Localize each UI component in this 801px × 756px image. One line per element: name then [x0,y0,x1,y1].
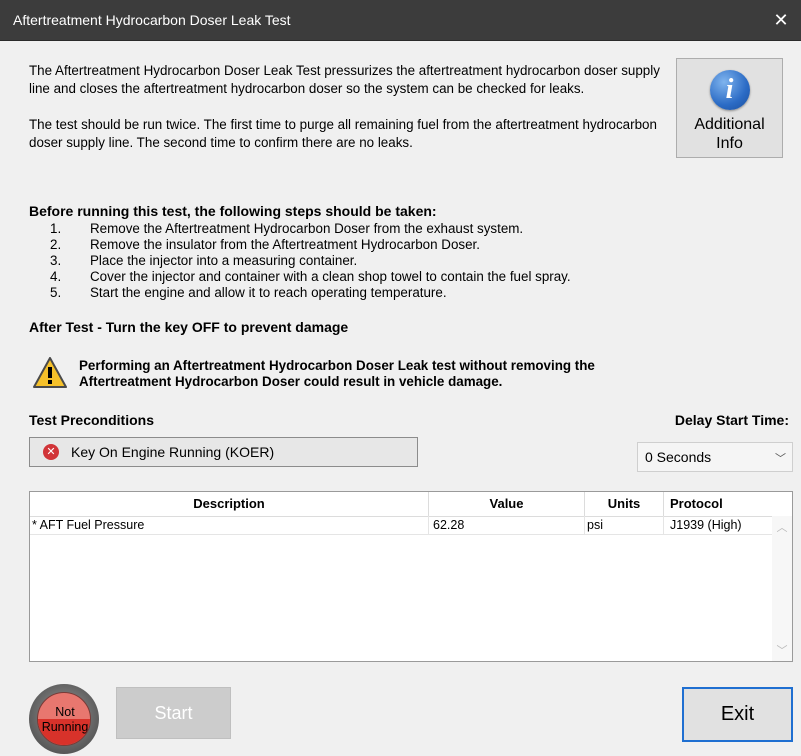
column-header-protocol[interactable]: Protocol [664,492,772,516]
warning-text: Performing an Aftertreatment Hydrocarbon… [79,358,595,390]
list-item: 5. Start the engine and allow it to reach… [50,285,690,301]
step-number: 2. [50,237,62,252]
status-label: Not Running [38,705,90,735]
step-number: 3. [50,253,62,268]
title-bar: Aftertreatment Hydrocarbon Doser Leak Te… [0,0,801,41]
warning-line-1: Performing an Aftertreatment Hydrocarbon… [79,358,595,373]
after-test-note: After Test - Turn the key OFF to prevent… [29,319,349,335]
additional-info-button[interactable]: i Additional Info [676,58,783,158]
close-icon[interactable]: ✕ [761,0,801,40]
steps-title: Before running this test, the following … [29,203,437,219]
step-number: 5. [50,285,62,300]
step-text: Remove the insulator from the Aftertreat… [90,237,480,252]
info-icon: i [709,70,750,110]
status-light: Not Running [37,692,91,746]
chevron-down-icon: ﹀ [775,453,786,465]
intro-paragraph-1: The Aftertreatment Hydrocarbon Doser Lea… [29,63,660,96]
steps-list: 1. Remove the Aftertreatment Hydrocarbon … [50,221,690,301]
table-row[interactable]: * AFT Fuel Pressure 62.28 psi J1939 (Hig… [30,516,772,535]
step-text: Cover the injector and container with a … [90,269,571,284]
column-header-value[interactable]: Value [429,492,585,516]
step-text: Start the engine and allow it to reach o… [90,285,447,300]
warning-message: Performing an Aftertreatment Hydrocarbon… [33,355,773,395]
additional-info-label-line1: Additional [694,116,765,133]
scroll-down-icon[interactable]: ﹀ [772,642,792,658]
status-label-line2: Running [41,720,89,734]
delay-start-time-select[interactable]: 0 Seconds ﹀ [637,442,793,472]
delay-start-time-label: Delay Start Time: [674,412,789,428]
delay-selected-value: 0 Seconds [645,449,712,465]
cell-value: 62.28 [429,516,585,534]
intro-paragraph-2: The test should be run twice. The first … [29,117,657,150]
precondition-text: Key On Engine Running (KOER) [71,444,275,460]
additional-info-label: Additional Info [694,115,764,153]
intro-text: The Aftertreatment Hydrocarbon Doser Lea… [29,62,669,152]
exit-button[interactable]: Exit [682,687,793,742]
cell-description: * AFT Fuel Pressure [30,516,429,534]
cell-units: psi [585,516,664,534]
list-item: 1. Remove the Aftertreatment Hydrocarbon … [50,221,690,237]
column-header-units[interactable]: Units [585,492,664,516]
scroll-up-icon[interactable]: ︿ [772,519,792,535]
step-text: Remove the Aftertreatment Hydrocarbon Do… [90,221,524,236]
additional-info-label-line2: Info [716,135,743,152]
list-item: 4. Cover the injector and container with … [50,269,690,285]
step-text: Place the injector into a measuring cont… [90,253,358,268]
warning-line-2: Aftertreatment Hydrocarbon Doser could r… [79,374,503,389]
step-number: 4. [50,269,62,284]
window-title: Aftertreatment Hydrocarbon Doser Leak Te… [13,12,291,28]
warning-icon [33,357,67,388]
start-button[interactable]: Start [116,687,231,739]
step-number: 1. [50,221,62,236]
column-header-description[interactable]: Description [30,492,429,516]
list-item: 2. Remove the insulator from the Aftertre… [50,237,690,253]
list-item: 3. Place the injector into a measuring co… [50,253,690,269]
table-header: Description Value Units Protocol [30,492,772,517]
test-status-indicator: Not Running [29,684,99,754]
precondition-item: ✕ Key On Engine Running (KOER) [29,437,418,467]
status-label-line1: Not [55,705,75,719]
cell-protocol: J1939 (High) [670,518,742,532]
vertical-scrollbar[interactable]: ︿ ﹀ [772,516,792,661]
error-icon: ✕ [43,444,59,460]
test-preconditions-label: Test Preconditions [29,412,154,428]
parameters-table[interactable]: Description Value Units Protocol * AFT F… [29,491,793,662]
